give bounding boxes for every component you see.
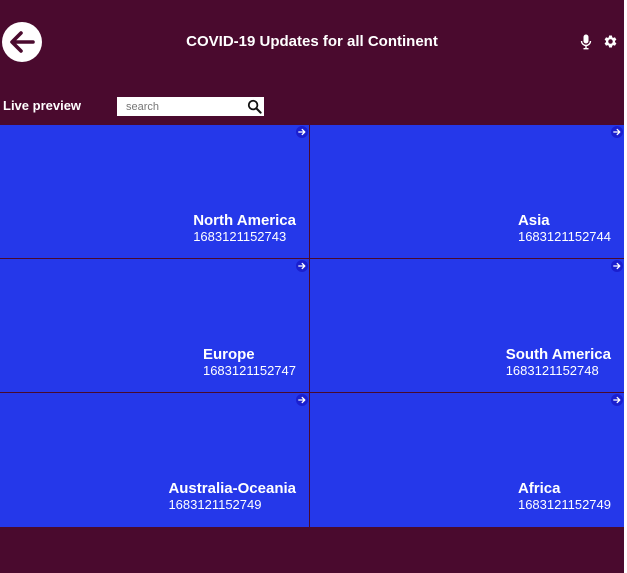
search-box: [117, 97, 264, 116]
arrow-right-circle-icon[interactable]: [296, 260, 308, 272]
continent-name: Africa: [517, 480, 561, 497]
search-input[interactable]: [117, 97, 239, 116]
card-info: North America 1683121152743: [193, 212, 296, 245]
continent-card-australia-oceania[interactable]: Australia-Oceania 1683121152749: [0, 393, 309, 527]
arrow-right-circle-icon[interactable]: [611, 126, 623, 138]
live-preview-label: Live preview: [3, 98, 82, 113]
continent-name: Australia-Oceania: [168, 480, 296, 497]
continent-card-asia[interactable]: Asia 1683121152744: [310, 125, 624, 258]
card-info: Africa 1683121152749: [518, 480, 611, 513]
continent-value: 1683121152749: [168, 497, 262, 512]
page-title: COVID-19 Updates for all Continent: [186, 33, 438, 50]
continent-card-europe[interactable]: Europe 1683121152747: [0, 259, 309, 392]
continent-grid: North America 1683121152743 Asia 1683121…: [0, 125, 624, 527]
arrow-right-circle-icon[interactable]: [296, 126, 308, 138]
continent-card-north-america[interactable]: North America 1683121152743: [0, 125, 309, 258]
continent-value: 1683121152747: [202, 363, 296, 378]
microphone-icon[interactable]: [579, 34, 593, 50]
back-button[interactable]: [2, 22, 42, 62]
card-info: South America 1683121152748: [506, 346, 611, 379]
gear-icon[interactable]: [603, 34, 618, 49]
continent-value: 1683121152749: [517, 497, 611, 512]
app-window: COVID-19 Updates for all Continent Live …: [0, 0, 624, 573]
continent-name: Asia: [517, 212, 550, 229]
search-icon[interactable]: [247, 99, 262, 114]
arrow-left-icon: [10, 31, 35, 53]
continent-name: North America: [193, 212, 296, 229]
arrow-right-circle-icon[interactable]: [611, 394, 623, 406]
continent-value: 1683121152744: [517, 229, 611, 244]
continent-name: South America: [505, 346, 611, 363]
continent-value: 1683121152743: [193, 229, 287, 244]
continent-value: 1683121152748: [505, 363, 599, 378]
arrow-right-circle-icon[interactable]: [611, 260, 623, 272]
card-info: Asia 1683121152744: [518, 212, 611, 245]
continent-name: Europe: [202, 346, 255, 363]
continent-card-africa[interactable]: Africa 1683121152749: [310, 393, 624, 527]
card-info: Europe 1683121152747: [203, 346, 296, 379]
card-info: Australia-Oceania 1683121152749: [168, 480, 296, 513]
arrow-right-circle-icon[interactable]: [296, 394, 308, 406]
continent-card-south-america[interactable]: South America 1683121152748: [310, 259, 624, 392]
